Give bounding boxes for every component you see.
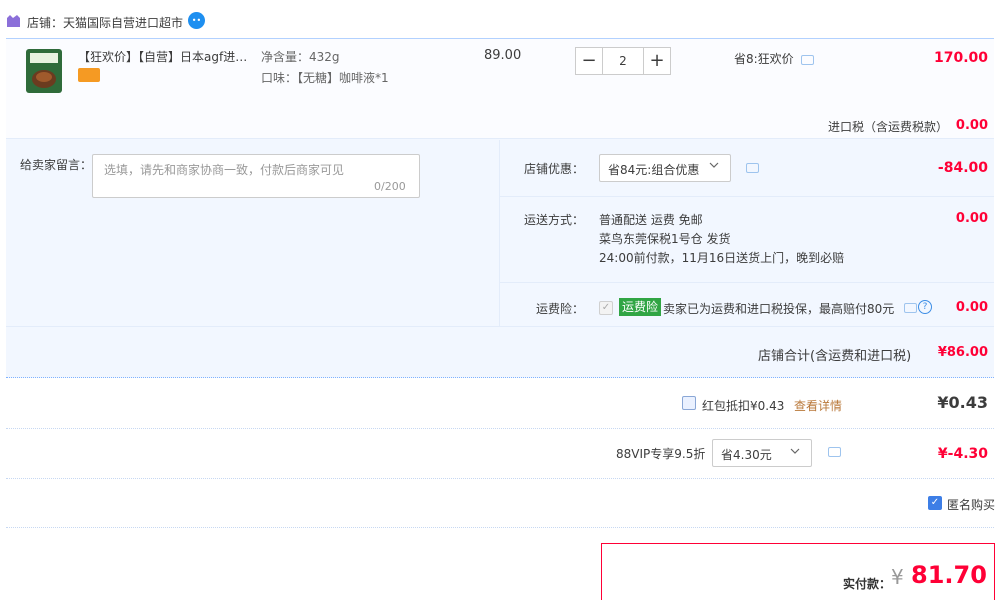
quantity-decrease-button[interactable]: − [575, 47, 603, 75]
product-title-link[interactable]: 【狂欢价】【自营】日本agf进口咖啡液 [78, 48, 254, 65]
shipping-warehouse-text: 菜鸟东莞保税1号仓 发货 [599, 232, 731, 246]
section-separator [6, 527, 994, 528]
shipping-fee-value: 0.00 [955, 211, 988, 226]
insurance-description: 卖家已为运费和进口税投保，最高赔付80元 [663, 302, 895, 316]
seller-message-placeholder: 选填，请先和商家协商一致，付款后商家可见 [104, 163, 345, 177]
anonymous-label: 匿名购买 [947, 498, 996, 512]
anonymous-checkbox[interactable]: ✓ [928, 496, 942, 510]
chevron-down-icon [790, 448, 800, 454]
row-divider [500, 196, 994, 197]
section-separator [6, 478, 994, 479]
spec-weight: 净含量：432g [261, 50, 340, 64]
red-packet-detail-link[interactable]: 查看详情 [794, 397, 842, 414]
shipping-delivery-text: 24:00前付款，11月16日送货上门，晚到必赔 [599, 251, 845, 265]
red-packet-label: 红包抵扣¥0.43 [702, 399, 785, 413]
insurance-checkbox[interactable]: ✓ [599, 301, 613, 315]
red-packet-value: ¥0.43 [937, 393, 988, 412]
shipping-insurance-label: 运费险： [536, 302, 585, 316]
section-separator [6, 428, 994, 429]
row-divider [6, 326, 994, 327]
quantity-increase-button[interactable]: + [643, 47, 671, 75]
vip-discount-value: ¥-4.30 [937, 446, 988, 462]
row-divider [500, 282, 994, 283]
help-icon[interactable]: ? [918, 300, 932, 314]
quantity-input[interactable]: 2 [603, 47, 643, 75]
store-discount-selected: 省84元:组合优惠 [608, 163, 700, 177]
promo-card-icon [78, 68, 100, 82]
shipping-method-label: 运送方式： [524, 213, 585, 227]
chevron-down-icon [709, 162, 719, 168]
message-char-counter: 0/200 [374, 180, 406, 193]
currency-symbol: ¥ [891, 565, 904, 589]
vip-discount-label: 88VIP专享9.5折 [616, 447, 706, 461]
insurance-value: 0.00 [955, 300, 988, 315]
product-thumbnail[interactable] [20, 47, 68, 95]
chat-icon[interactable] [904, 303, 917, 313]
store-discount-label: 店铺优惠： [524, 162, 585, 176]
unit-price: 89.00 [484, 48, 522, 63]
insurance-badge: 运费险 [619, 298, 662, 316]
chat-bubble-icon[interactable]: •• [188, 12, 205, 29]
spec-flavor: 口味：【无糖】咖啡液*1 [261, 71, 389, 85]
shipping-method-text: 普通配送 运费 免邮 [599, 213, 703, 227]
store-total-value: ¥86.00 [937, 345, 988, 360]
store-total-label: 店铺合计(含运费和进口税) [758, 349, 912, 364]
actual-pay-amount: 81.70 [911, 561, 987, 589]
red-packet-checkbox[interactable] [682, 396, 696, 410]
chat-icon[interactable] [801, 55, 814, 65]
item-total-price: 170.00 [933, 50, 988, 66]
message-label: 给卖家留言： [20, 158, 93, 172]
actual-pay-label: 实付款： [843, 577, 892, 591]
item-saving-text: 省8:狂欢价 [734, 52, 794, 66]
import-tax-label: 进口税（含运费税款） [827, 120, 948, 134]
chat-icon[interactable] [746, 163, 759, 173]
import-tax-value: 0.00 [955, 118, 988, 133]
vip-discount-selected: 省4.30元 [721, 448, 772, 462]
shop-icon [7, 15, 20, 27]
column-divider [499, 140, 500, 326]
store-discount-value: -84.00 [937, 160, 988, 176]
chat-icon[interactable] [828, 447, 841, 457]
shop-name-link[interactable]: 店铺：天猫国际自营进口超市 [27, 14, 183, 31]
